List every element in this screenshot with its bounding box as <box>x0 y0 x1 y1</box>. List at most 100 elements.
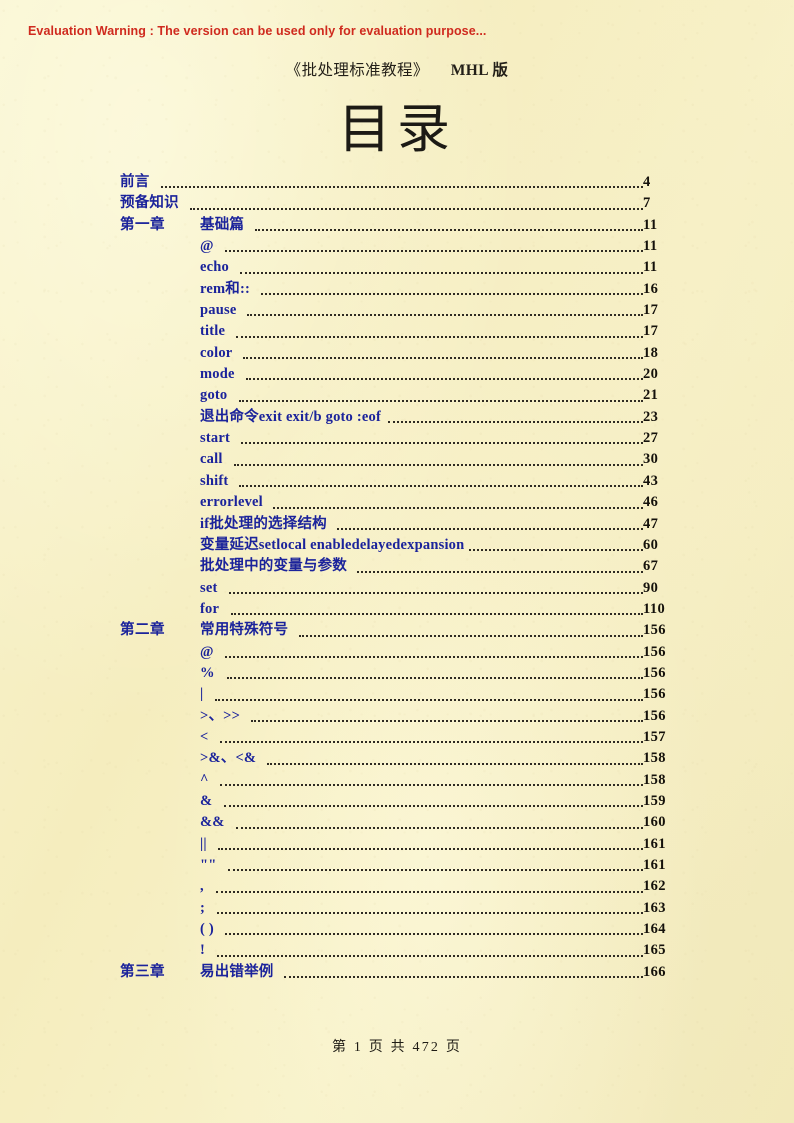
toc-entry[interactable]: || 161 <box>0 834 794 855</box>
toc-entry-title: ! <box>200 942 206 959</box>
toc-page-number: 17 <box>643 302 659 319</box>
toc-entry[interactable]: >、>> 156 <box>0 706 794 727</box>
toc-entry-title: >&、<& <box>200 750 257 767</box>
toc-leader-dots <box>0 620 643 641</box>
toc-entry[interactable]: ^ 158 <box>0 770 794 791</box>
toc-leader-dots <box>0 578 643 599</box>
header-version: MHL 版 <box>450 62 509 79</box>
toc-leader-dots <box>0 834 643 855</box>
toc-entry[interactable]: echo 11 <box>0 257 794 278</box>
toc-page-number: 4 <box>643 174 651 190</box>
toc-entry[interactable]: set 90 <box>0 578 794 599</box>
toc-entry-title: @ <box>200 238 214 255</box>
toc-entry[interactable]: >&、<& 158 <box>0 748 794 769</box>
toc-entry-title: 基础篇 <box>200 216 245 233</box>
toc-page-number: 30 <box>643 451 659 468</box>
toc-page-number: 156 <box>643 643 666 660</box>
toc-entry[interactable]: start 27 <box>0 428 794 449</box>
toc-leader-dots <box>0 215 643 236</box>
toc-entry-title: 易出错举例 <box>200 963 274 980</box>
toc-leader-dots <box>0 236 643 257</box>
toc-page-number: 46 <box>643 494 659 511</box>
toc-leader-dots <box>0 940 643 961</box>
toc-entry[interactable]: goto 21 <box>0 385 794 406</box>
toc-leader-dots <box>0 257 643 278</box>
toc-entry[interactable]: errorlevel 46 <box>0 492 794 513</box>
toc-page-number: 160 <box>643 814 666 831</box>
toc-entry[interactable]: 第三章 易出错举例 166 <box>0 962 794 983</box>
toc-entry[interactable]: && 160 <box>0 812 794 833</box>
toc-page-number: 67 <box>643 558 659 575</box>
toc-page-number: 11 <box>643 259 658 276</box>
toc-entry-title: @ <box>200 643 214 660</box>
toc-page-number: 90 <box>643 579 659 596</box>
toc-entry-title: for <box>200 600 220 617</box>
toc-entry[interactable]: shift 43 <box>0 471 794 492</box>
toc-entry[interactable]: ! 165 <box>0 940 794 961</box>
toc-entry[interactable]: color 18 <box>0 343 794 364</box>
toc-entry-title: ( ) <box>200 921 214 938</box>
toc-entry-title: 退出命令exit exit/b goto :eof <box>200 408 381 425</box>
toc-page-number: 43 <box>643 472 659 489</box>
toc-entry[interactable]: | 156 <box>0 684 794 705</box>
toc-entry-title: goto <box>200 387 228 404</box>
toc-entry[interactable]: @156 <box>0 642 794 663</box>
toc-entry-title: errorlevel <box>200 494 263 511</box>
toc-entry[interactable]: call 30 <box>0 449 794 470</box>
toc-leader-dots <box>0 770 643 791</box>
toc-leader-dots <box>0 300 643 321</box>
running-header: 《批处理标准教程》 MHL 版 <box>0 58 794 80</box>
toc-entry-title: 变量延迟setlocal enabledelayedexpansion <box>200 536 465 553</box>
toc-entry[interactable]: if批处理的选择结构 47 <box>0 514 794 535</box>
toc-page-number: 27 <box>643 430 659 447</box>
toc-entry[interactable]: @11 <box>0 236 794 257</box>
toc-entry-title: ; <box>200 899 206 916</box>
toc-leader-dots <box>0 919 643 940</box>
evaluation-warning-banner: Evaluation Warning : The version can be … <box>28 24 487 38</box>
toc-leader-dots <box>0 684 643 705</box>
toc-entry[interactable]: <157 <box>0 727 794 748</box>
toc-entry[interactable]: rem和:: 16 <box>0 279 794 300</box>
toc-entry-title: 常用特殊符号 <box>200 622 289 639</box>
toc-entry-title: || <box>200 835 207 852</box>
toc-page-number: 18 <box>643 344 659 361</box>
toc-page-number: 20 <box>643 366 659 383</box>
toc-entry-title: title <box>200 323 226 340</box>
toc-entry[interactable]: title 17 <box>0 321 794 342</box>
table-of-contents: 前言 4 预备知识 7 第一章 基础篇 11 @11 echo 11 rem和:: 16 pause 17… <box>0 172 794 983</box>
document-page: Evaluation Warning : The version can be … <box>0 0 794 1123</box>
toc-entry[interactable]: ( ) 164 <box>0 919 794 940</box>
toc-page-number: 17 <box>643 323 659 340</box>
toc-entry[interactable]: for 110 <box>0 599 794 620</box>
toc-entry-title: < <box>200 728 209 745</box>
toc-entry-title: rem和:: <box>200 280 251 297</box>
toc-entry[interactable]: 退出命令exit exit/b goto :eof 23 <box>0 407 794 428</box>
toc-entry[interactable]: 第一章 基础篇 11 <box>0 215 794 236</box>
toc-entry[interactable]: 预备知识 7 <box>0 193 794 214</box>
toc-entry[interactable]: 第二章 常用特殊符号 156 <box>0 620 794 641</box>
toc-entry-title: if批处理的选择结构 <box>200 515 327 532</box>
toc-entry-title: pause <box>200 302 237 319</box>
toc-leader-dots <box>0 321 643 342</box>
toc-entry[interactable]: 变量延迟setlocal enabledelayedexpansion 60 <box>0 535 794 556</box>
toc-leader-dots <box>0 471 643 492</box>
toc-entry-title: echo <box>200 259 229 276</box>
toc-entry[interactable]: pause 17 <box>0 300 794 321</box>
toc-entry-title: >、>> <box>200 707 241 724</box>
toc-leader-dots <box>0 193 643 214</box>
toc-entry[interactable]: 前言 4 <box>0 172 794 193</box>
toc-page-number: 163 <box>643 899 666 916</box>
toc-entry[interactable]: % 156 <box>0 663 794 684</box>
toc-page-number: 157 <box>643 728 666 745</box>
toc-entry[interactable]: & 159 <box>0 791 794 812</box>
toc-entry[interactable]: "" 161 <box>0 855 794 876</box>
toc-entry-title: color <box>200 344 233 361</box>
toc-entry[interactable]: mode 20 <box>0 364 794 385</box>
toc-page-number: 166 <box>643 963 666 980</box>
toc-page-number: 7 <box>643 195 651 212</box>
toc-entry[interactable]: ; 163 <box>0 898 794 919</box>
toc-entry-title: 批处理中的变量与参数 <box>200 558 347 575</box>
toc-entry[interactable]: , 162 <box>0 876 794 897</box>
header-book-title: 《批处理标准教程》 <box>285 62 429 79</box>
toc-entry[interactable]: 批处理中的变量与参数 67 <box>0 556 794 577</box>
